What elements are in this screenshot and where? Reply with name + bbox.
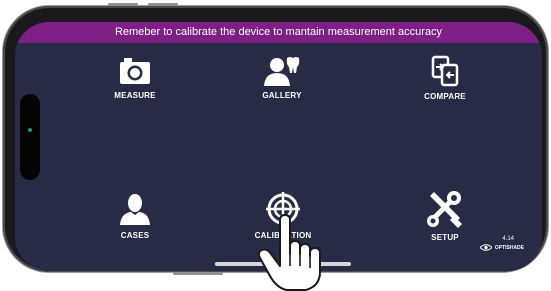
person-icon (120, 194, 150, 225)
patient-tooth-icon (264, 57, 300, 86)
compare-button[interactable]: COMPARE (375, 55, 515, 101)
compare-label: COMPARE (424, 92, 466, 101)
volume-up-button (108, 3, 138, 6)
front-camera (28, 128, 32, 132)
version-label: 4.14 (502, 236, 514, 242)
measure-button[interactable]: MEASURE (65, 56, 205, 100)
measure-label: MEASURE (114, 91, 156, 100)
setup-label: SETUP (431, 233, 459, 242)
setup-button[interactable]: SETUP (375, 190, 515, 242)
cases-button[interactable]: CASES (65, 192, 205, 240)
dynamic-island (20, 94, 40, 180)
tools-icon (427, 191, 462, 228)
gallery-button[interactable]: GALLERY (212, 56, 352, 100)
volume-down-button (148, 3, 178, 6)
eye-icon (479, 244, 492, 251)
tap-hand-icon (257, 214, 321, 291)
gallery-label: GALLERY (262, 91, 302, 100)
cases-label: CASES (120, 231, 150, 240)
power-button (173, 272, 223, 275)
camera-icon (120, 58, 150, 84)
brand-name: OPTISHADE (494, 244, 524, 251)
brand-logo: OPTISHADE (479, 244, 524, 251)
calibration-reminder-banner: Remeber to calibrate the device to manta… (15, 22, 542, 43)
compare-icon (431, 55, 459, 87)
